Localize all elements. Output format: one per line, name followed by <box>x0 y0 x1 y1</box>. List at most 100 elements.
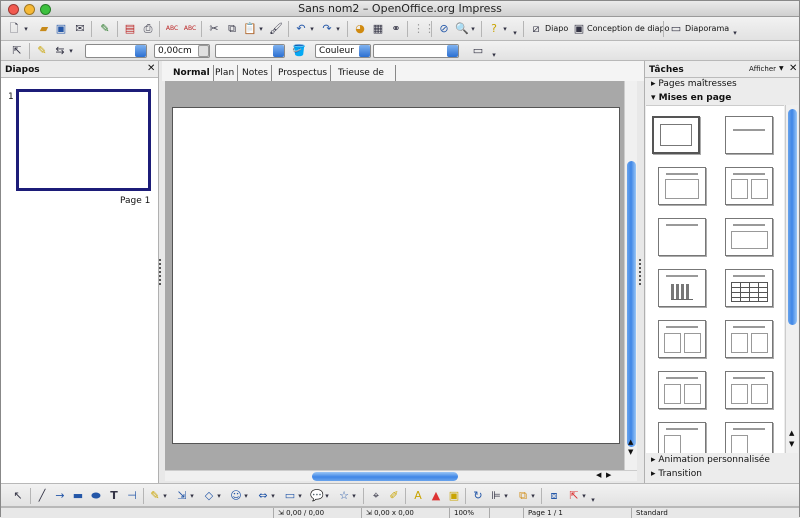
symbol-shapes-icon[interactable]: ☺ <box>229 489 243 503</box>
table-icon[interactable]: ▦ <box>371 22 385 36</box>
line-style-icon[interactable]: ✎ <box>35 44 49 58</box>
layout-title-slide[interactable] <box>658 218 706 256</box>
block-arrows-dropdown-icon[interactable]: ▾ <box>269 489 277 503</box>
callouts-dropdown-icon[interactable]: ▾ <box>323 489 331 503</box>
rotate-icon[interactable]: ↻ <box>471 489 485 503</box>
area-style-spinner[interactable] <box>359 45 370 57</box>
slide-canvas[interactable] <box>172 107 620 444</box>
scroll-left-icon[interactable]: ◀ <box>596 471 601 479</box>
layout-title-table[interactable] <box>725 269 773 307</box>
stars-dropdown-icon[interactable]: ▾ <box>350 489 358 503</box>
curve-tool-icon[interactable]: ✎ <box>148 489 162 503</box>
arrange-icon[interactable]: ⧉ <box>516 489 530 503</box>
symbol-shapes-dropdown-icon[interactable]: ▾ <box>242 489 250 503</box>
undo-dropdown-arrow-icon[interactable]: ▾ <box>308 22 316 36</box>
section-transition[interactable]: ▸ Transition <box>651 469 702 479</box>
arrange-dropdown-icon[interactable]: ▾ <box>529 489 537 503</box>
layout-title-2content[interactable] <box>725 167 773 205</box>
paste-icon[interactable]: 📋 <box>243 22 257 36</box>
from-file-icon[interactable]: ▲ <box>429 489 443 503</box>
points-icon[interactable]: ⌖ <box>369 489 383 503</box>
layout-title-text-chart[interactable] <box>725 320 773 358</box>
hyperlink-icon[interactable]: ⚭ <box>389 22 403 36</box>
arrow-line-tool-icon[interactable]: → <box>53 489 67 503</box>
help-icon[interactable]: ? <box>487 22 501 36</box>
layout-title-object-text[interactable] <box>725 422 773 453</box>
select-arrow-icon[interactable]: ↖ <box>11 489 25 503</box>
afficher-button[interactable]: Afficher <box>749 65 776 73</box>
area-style-select[interactable]: Couleur <box>315 44 371 58</box>
cut-icon[interactable]: ✂ <box>207 22 221 36</box>
redo-dropdown-arrow-icon[interactable]: ▾ <box>334 22 342 36</box>
layout-title-clipart-text[interactable] <box>658 320 706 358</box>
fontwork-icon[interactable]: A <box>411 489 425 503</box>
layouts-scrollbar[interactable]: ▲ ▼ <box>785 105 798 453</box>
tasks-panel-close-icon[interactable]: ✕ <box>789 63 797 74</box>
basic-shapes-dropdown-icon[interactable]: ▾ <box>215 489 223 503</box>
arrow-style-icon[interactable]: ⇆ <box>53 44 67 58</box>
line-style-select[interactable] <box>85 44 147 58</box>
glue-points-icon[interactable]: ✐ <box>387 489 401 503</box>
stars-icon[interactable]: ☆ <box>337 489 351 503</box>
slide-thumbnail[interactable] <box>16 89 151 191</box>
extrusion-icon[interactable]: ⧈ <box>547 489 561 503</box>
line-tool-icon[interactable]: ╱ <box>35 489 49 503</box>
autospellcheck-icon[interactable]: ABC <box>183 22 197 36</box>
toolbar-overflow-icon[interactable]: ▾ <box>589 493 597 507</box>
print-icon[interactable]: ⎙ <box>141 22 155 36</box>
rectangle-tool-icon[interactable]: ▬ <box>71 489 85 503</box>
spellcheck-icon[interactable]: ABC <box>165 22 179 36</box>
grid-icon[interactable]: ⋮⋮ <box>413 22 435 36</box>
horizontal-scrollbar[interactable]: ◀ ▶ <box>165 470 637 481</box>
layout-title-content[interactable] <box>658 167 706 205</box>
scroll-down-icon[interactable]: ▼ <box>789 440 794 448</box>
slideshow-icon[interactable]: ▭ <box>669 22 683 36</box>
slides-panel-splitter[interactable] <box>159 259 161 285</box>
diaporama-button[interactable]: Diaporama <box>685 24 729 33</box>
paste-dropdown-arrow-icon[interactable]: ▾ <box>257 22 265 36</box>
email-icon[interactable]: ✉ <box>73 22 87 36</box>
conception-diapo-button[interactable]: Conception de diapo <box>587 24 670 33</box>
line-width-field[interactable]: 0,00cm <box>154 44 210 58</box>
arrow-style-dropdown-icon[interactable]: ▾ <box>67 44 75 58</box>
line-color-spinner[interactable] <box>273 45 284 57</box>
ellipse-tool-icon[interactable]: ⬬ <box>89 489 103 503</box>
tab-normal[interactable]: Normal <box>170 65 214 81</box>
afficher-dropdown-icon[interactable]: ▼ <box>779 65 784 72</box>
alignment-dropdown-icon[interactable]: ▾ <box>502 489 510 503</box>
slide-icon[interactable]: ⧄ <box>529 22 543 36</box>
toolbar-overflow-icon[interactable]: ▾ <box>490 48 498 62</box>
shadow-icon[interactable]: ▭ <box>471 44 485 58</box>
flowchart-dropdown-icon[interactable]: ▾ <box>296 489 304 503</box>
layout-blank[interactable] <box>652 116 700 154</box>
toolbar-overflow-icon[interactable]: ▾ <box>511 26 519 40</box>
horizontal-scroll-thumb[interactable] <box>312 472 458 481</box>
curve-dropdown-icon[interactable]: ▾ <box>161 489 169 503</box>
line-color-select[interactable] <box>215 44 285 58</box>
line-width-stepper[interactable] <box>198 45 209 57</box>
redo-icon[interactable]: ↷ <box>320 22 334 36</box>
layouts-scroll-thumb[interactable] <box>788 109 797 325</box>
interaction-dropdown-icon[interactable]: ▾ <box>580 489 588 503</box>
block-arrows-icon[interactable]: ⇔ <box>256 489 270 503</box>
diapo-button[interactable]: Diapo <box>545 24 568 33</box>
slide-design-icon[interactable]: ▣ <box>572 22 586 36</box>
callouts-icon[interactable]: 💬 <box>310 489 324 503</box>
chart-icon[interactable]: ◕ <box>353 22 367 36</box>
layout-title-chart[interactable] <box>658 269 706 307</box>
tab-plan[interactable]: Plan <box>212 65 239 81</box>
area-color-select[interactable] <box>373 44 459 58</box>
section-master-pages[interactable]: ▸ Pages maîtresses <box>651 79 737 89</box>
edit-file-icon[interactable]: ✎ <box>98 22 112 36</box>
save-icon[interactable]: ▣ <box>54 22 68 36</box>
connector-lines-icon[interactable]: ⇲ <box>175 489 189 503</box>
navigator-icon[interactable]: ⊘ <box>437 22 451 36</box>
zoom-dropdown-arrow-icon[interactable]: ▾ <box>469 22 477 36</box>
connector-dropdown-icon[interactable]: ▾ <box>188 489 196 503</box>
basic-shapes-icon[interactable]: ◇ <box>202 489 216 503</box>
select-mode-icon[interactable]: ⇱ <box>10 44 24 58</box>
export-pdf-icon[interactable]: ▤ <box>123 22 137 36</box>
section-animation[interactable]: ▸ Animation personnalisée <box>651 455 770 465</box>
tab-trieuse[interactable]: Trieuse de diapositives <box>335 65 396 94</box>
text-tool-icon[interactable]: T <box>107 489 121 503</box>
